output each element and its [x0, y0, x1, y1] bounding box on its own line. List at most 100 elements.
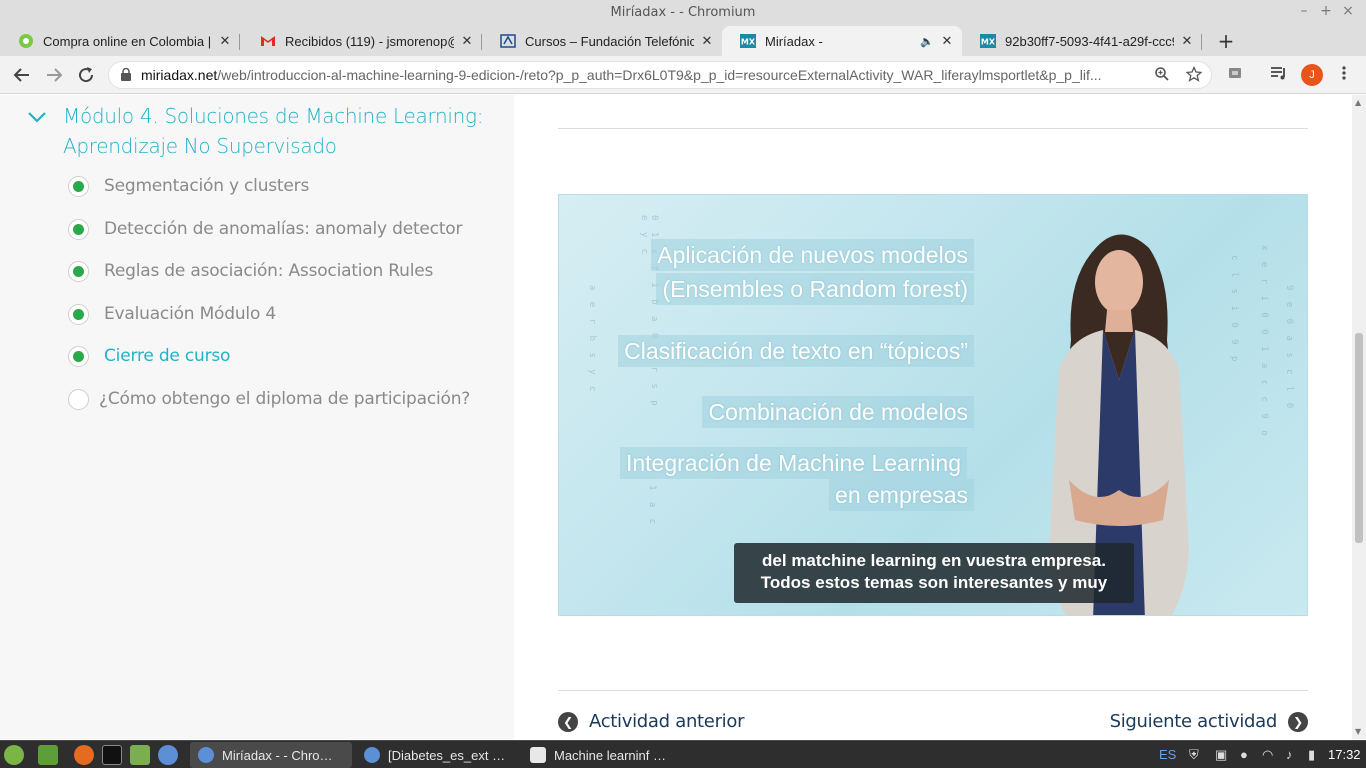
start-menu-icon[interactable] [4, 745, 24, 765]
miriadax-icon: MX [740, 33, 756, 49]
subtitle-line: del matchine learning en vuestra empresa… [762, 551, 1106, 570]
pending-status-icon [68, 388, 89, 410]
os-taskbar: Miríadax - - Chro… [Diabetes_es_ext … Ma… [0, 740, 1366, 768]
terminal-icon[interactable] [102, 745, 122, 765]
tab-close-icon[interactable]: ✕ [1180, 33, 1194, 49]
close-window-button[interactable]: × [1340, 3, 1356, 19]
next-activity-link[interactable]: Siguiente actividad ❯ [1110, 711, 1308, 732]
tab-close-icon[interactable]: ✕ [460, 33, 474, 49]
new-tab-button[interactable]: + [1216, 29, 1236, 53]
window-titlebar: Miríadax - - Chromium – + × [0, 0, 1366, 26]
tab-close-icon[interactable]: ✕ [940, 33, 954, 49]
url-domain: miriadax.net [141, 67, 218, 83]
page-scrollbar[interactable]: ▲ ▼ [1352, 95, 1366, 739]
completed-status-icon [68, 218, 89, 240]
gmail-icon [260, 33, 276, 49]
completed-status-icon [68, 303, 89, 325]
slide-line: Clasificación de texto en “tópicos” [618, 335, 974, 367]
web-page: Módulo 4. Soluciones de Machine Learning… [0, 95, 1352, 739]
mercadolibre-icon [18, 33, 34, 49]
zoom-icon[interactable] [1154, 66, 1170, 86]
menu-kebab-icon[interactable] [1338, 65, 1350, 85]
back-arrow-icon [13, 68, 29, 82]
minimize-button[interactable]: – [1296, 3, 1312, 19]
show-desktop-icon[interactable] [38, 745, 58, 765]
firefox-icon[interactable] [74, 745, 94, 765]
completed-status-icon [68, 260, 89, 282]
volume-icon[interactable]: ♪ [1286, 747, 1293, 762]
scroll-up-arrow-icon[interactable]: ▲ [1355, 98, 1361, 107]
address-bar[interactable]: miriadax.net/web/introduccion-al-machine… [108, 61, 1212, 89]
speaker-icon[interactable]: 🔈 [920, 35, 934, 48]
miriadax-icon: MX [980, 33, 996, 49]
lesson-item[interactable]: Evaluación Módulo 4 [68, 302, 498, 326]
chromium-icon[interactable] [158, 745, 178, 765]
forward-arrow-icon [47, 68, 63, 82]
maximize-button[interactable]: + [1318, 3, 1334, 19]
screenshot-icon[interactable]: ▣ [1215, 747, 1227, 763]
slide-line: en empresas [829, 479, 974, 511]
browser-toolbar: miriadax.net/web/introduccion-al-machine… [0, 56, 1366, 94]
profile-avatar[interactable]: J [1301, 64, 1323, 86]
chevron-left-icon: ❮ [558, 711, 578, 732]
lesson-label: Evaluación Módulo 4 [104, 304, 276, 324]
shield-icon[interactable]: ⛨ [1189, 747, 1199, 763]
lesson-item[interactable]: Reglas de asociación: Association Rules [68, 259, 498, 283]
tab-miriadax-active[interactable]: MX Miríadax - 🔈 ✕ [722, 26, 962, 56]
user-icon[interactable]: ● [1240, 747, 1248, 762]
taskbar-task-diabetes[interactable]: [Diabetes_es_ext … [356, 742, 518, 768]
lesson-label: Reglas de asociación: Association Rules [104, 261, 434, 281]
tab-resource-id[interactable]: MX 92b30ff7-5093-4f41-a29f-ccc9 ✕ [962, 26, 1202, 56]
tab-label: Cursos – Fundación Telefónica [525, 33, 694, 49]
tab-fundacion-telefonica[interactable]: Cursos – Fundación Telefónica ✕ [482, 26, 722, 56]
clock[interactable]: 17:32 [1328, 747, 1361, 762]
taskbar-task-chromium[interactable]: Miríadax - - Chro… [190, 742, 352, 768]
bookmark-star-icon[interactable] [1185, 65, 1203, 86]
media-controls-icon[interactable] [1270, 65, 1288, 85]
video-player[interactable]: 0 1 x f i b a 0 1 r s p e y c a e r b s … [558, 194, 1308, 616]
lesson-item[interactable]: Segmentación y clusters [68, 174, 498, 198]
tab-strip: Compra online en Colombia | ✕ Recibidos … [0, 26, 1366, 56]
tab-label: Miríadax - [765, 33, 823, 49]
previous-activity-label: Actividad anterior [589, 711, 745, 732]
document-icon [530, 747, 546, 763]
tab-separator [239, 34, 240, 50]
decorative-matrix: 9 e 0 a s c l 0 [1284, 285, 1294, 412]
video-subtitles: del matchine learning en vuestra empresa… [734, 543, 1134, 603]
back-button[interactable] [10, 63, 34, 87]
scrollbar-thumb[interactable] [1355, 333, 1363, 543]
chevron-down-icon[interactable] [27, 107, 47, 127]
url-text: miriadax.net/web/introduccion-al-machine… [141, 67, 1102, 83]
lesson-item[interactable]: Detección de anomalías: anomaly detector [68, 217, 498, 241]
slide-line: Integración de Machine Learning [619, 447, 967, 479]
previous-activity-link[interactable]: ❮ Actividad anterior [558, 711, 745, 732]
lesson-item[interactable]: ¿Cómo obtengo el diploma de participació… [68, 387, 498, 411]
decorative-matrix: a e r b s y c [587, 285, 597, 395]
chromium-icon [198, 747, 214, 763]
course-sidebar: Módulo 4. Soluciones de Machine Learning… [0, 95, 514, 739]
tab-mercadolibre[interactable]: Compra online en Colombia | ✕ [0, 26, 240, 56]
tab-separator [1201, 34, 1202, 50]
window-title: Miríadax - - Chromium [610, 5, 756, 20]
tab-close-icon[interactable]: ✕ [218, 33, 232, 49]
file-manager-icon[interactable] [130, 745, 150, 765]
scroll-down-arrow-icon[interactable]: ▼ [1355, 727, 1361, 736]
reload-button[interactable] [74, 63, 98, 87]
decorative-matrix: x e r i 0 0 1 a c c 9 o [1259, 245, 1269, 439]
keyboard-layout-indicator[interactable]: ES [1159, 747, 1176, 762]
lesson-label: Detección de anomalías: anomaly detector [104, 219, 463, 239]
forward-button[interactable] [42, 63, 66, 87]
completed-status-icon [68, 345, 89, 367]
task-label: [Diabetes_es_ext … [388, 747, 506, 763]
task-label: Machine learninf … [554, 747, 666, 763]
extension-icon[interactable] [1227, 65, 1243, 85]
module-title[interactable]: Módulo 4. Soluciones de Machine Learning… [63, 101, 493, 161]
taskbar-task-document[interactable]: Machine learninf … [522, 742, 684, 768]
tab-gmail[interactable]: Recibidos (119) - jsmorenop@ ✕ [242, 26, 482, 56]
battery-icon[interactable]: ▮ [1308, 747, 1315, 763]
wifi-icon[interactable]: ◠ [1262, 747, 1273, 763]
lesson-item-current[interactable]: Cierre de curso [68, 344, 498, 368]
svg-text:MX: MX [981, 38, 996, 47]
tab-close-icon[interactable]: ✕ [700, 33, 714, 49]
next-activity-label: Siguiente actividad [1109, 711, 1278, 732]
